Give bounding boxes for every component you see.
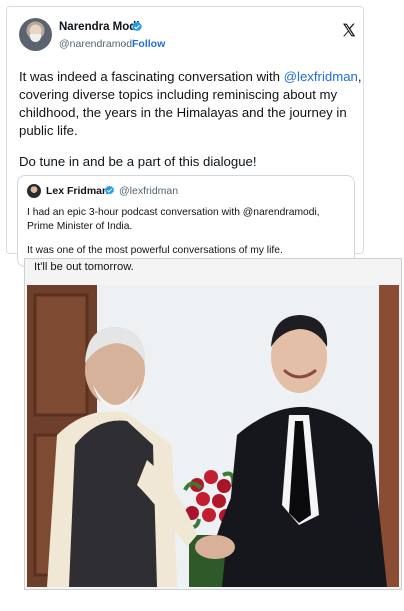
quoted-tweet-card[interactable]: Lex Fridman @lexfridman I had an epic 3-… (17, 175, 355, 267)
tweet-card: Narendra Modi @narendramodi · Follow It … (6, 6, 364, 267)
verified-badge-icon (132, 21, 142, 32)
tweet-photo[interactable] (27, 285, 399, 587)
photo-illustration (27, 285, 399, 587)
quoted-tweet-text-third: It'll be out tomorrow. (34, 261, 134, 273)
tweet-text-second-paragraph: Do tune in and be a part of this dialogu… (19, 154, 257, 169)
quoted-author-name[interactable]: Lex Fridman (46, 185, 108, 197)
handle-separator: · (123, 38, 127, 50)
author-avatar[interactable] (19, 18, 52, 51)
mention-link[interactable]: @lexfridman (284, 69, 358, 84)
quoted-author-avatar[interactable] (27, 184, 41, 198)
tweet-text: It was indeed a fascinating conversation… (19, 68, 364, 140)
follow-button[interactable]: Follow (132, 38, 165, 50)
tweet-text-part1: It was indeed a fascinating conversation… (19, 69, 284, 84)
quoted-tweet-text-second: It was one of the most powerful conversa… (27, 245, 283, 256)
avatar-beard (30, 34, 41, 42)
x-logo-icon[interactable] (341, 22, 357, 38)
author-name[interactable]: Narendra Modi (59, 21, 140, 33)
quoted-tweet-text: I had an epic 3-hour podcast conversatio… (27, 207, 320, 232)
quoted-verified-badge-icon (105, 185, 114, 195)
page: Narendra Modi @narendramodi · Follow It … (0, 0, 404, 611)
quoted-author-handle[interactable]: @lexfridman (119, 185, 178, 197)
